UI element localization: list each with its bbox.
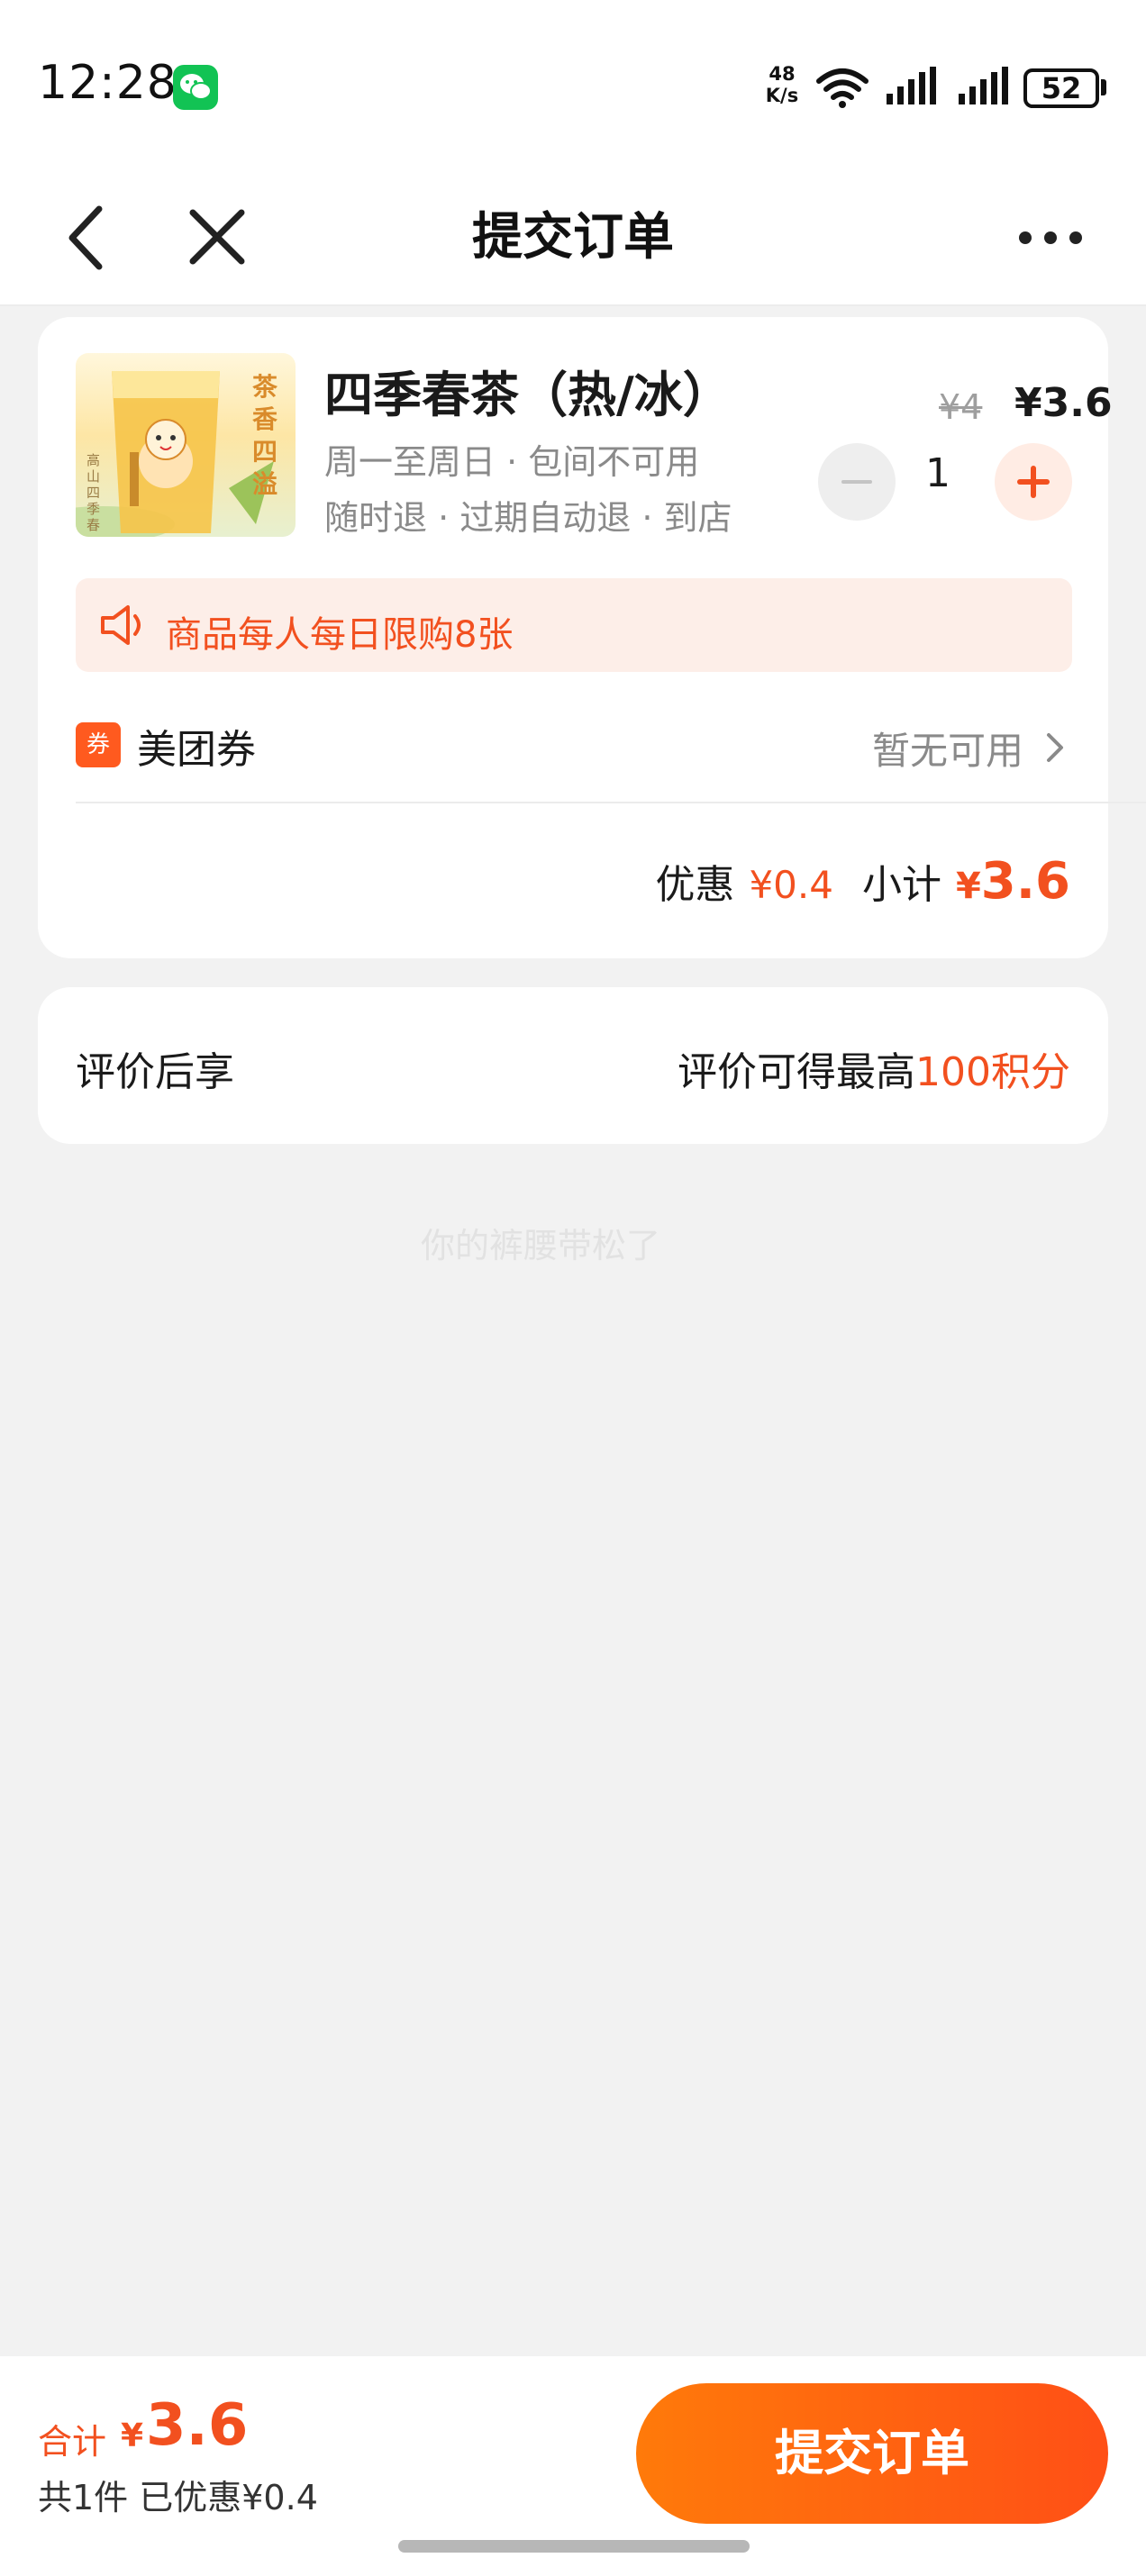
signal-icon-2 [959, 67, 1008, 104]
status-time: 12:28 [38, 56, 177, 110]
more-dots-icon[interactable] [1016, 213, 1085, 263]
increase-quantity-button[interactable] [995, 443, 1072, 521]
subtotal-value: 3.6 [980, 852, 1070, 911]
review-reward-card: 评价后享 评价可得最高100积分 [38, 987, 1108, 1144]
product-title: 四季春茶（热/冰） [324, 367, 732, 423]
net-speed-unit: K/s [765, 85, 799, 106]
battery-indicator: 52 [1023, 68, 1099, 108]
product-image[interactable]: 茶香四溢 高山四季春 [76, 353, 296, 537]
order-page: 12:28 48 K/s 52 提交订单 茶香四溢 高山四季春 四季春茶（热/冰… [0, 0, 1146, 2576]
wechat-icon [173, 65, 218, 110]
purchase-limit-notice: 商品每人每日限购8张 [76, 578, 1072, 672]
decrease-quantity-button[interactable] [818, 443, 896, 521]
discount-label: 优惠 [655, 862, 735, 908]
submit-order-button[interactable]: 提交订单 [636, 2383, 1108, 2524]
review-reward-points: 100积分 [915, 1049, 1070, 1095]
current-price: ¥3.6 [1014, 380, 1113, 426]
total-value: 3.6 [146, 2392, 249, 2459]
product-image-text: 茶香四溢 [252, 372, 278, 499]
coupon-badge: 券 [76, 722, 121, 767]
chevron-right-icon [1047, 733, 1063, 762]
net-speed-value: 48 [769, 63, 796, 85]
notice-text: 商品每人每日限购8张 [166, 614, 514, 656]
original-price: ¥4 [939, 387, 983, 427]
product-usage-info: 周一至周日 · 包间不可用 [324, 442, 700, 482]
order-summary: 共1件 已优惠¥0.4 [38, 2478, 318, 2517]
total-currency: ¥ [121, 2417, 144, 2454]
page-title: 提交订单 [472, 208, 674, 267]
quantity-value: 1 [925, 450, 950, 496]
total-label: 合计 [38, 2422, 107, 2462]
coupon-row[interactable]: 券 美团券 暂无可用 [76, 713, 1072, 785]
nav-bar: 提交订单 [0, 171, 1146, 306]
signal-icon-1 [887, 67, 936, 104]
subtotal-label: 小计 [861, 862, 941, 908]
watermark-text: 你的裤腰带松了 [420, 1226, 660, 1265]
coupon-status: 暂无可用 [871, 729, 1023, 773]
review-reward-prefix: 评价可得最高 [678, 1049, 916, 1095]
net-speed: 48 K/s [755, 63, 809, 106]
battery-tip [1101, 79, 1106, 95]
home-indicator[interactable] [398, 2540, 750, 2553]
status-bar: 12:28 48 K/s 52 [0, 0, 1146, 171]
wifi-icon [816, 68, 869, 108]
subtotal-currency: ¥ [955, 866, 981, 907]
product-image-small-text: 高山四季春 [86, 452, 101, 533]
product-refund-info: 随时退 · 过期自动退 · 到店 [324, 498, 732, 538]
speaker-icon [101, 605, 141, 645]
review-reward: 评价可得最高100积分 [678, 1039, 1070, 1097]
coupon-label: 美团券 [137, 727, 256, 773]
subtotal-row: 优惠 ¥0.4 小计 ¥ 3.6 [655, 852, 1070, 924]
product-card: 茶香四溢 高山四季春 四季春茶（热/冰） 周一至周日 · 包间不可用 随时退 ·… [38, 317, 1146, 958]
discount-value: ¥0.4 [749, 863, 833, 907]
divider [76, 802, 1146, 803]
review-label: 评价后享 [76, 1049, 234, 1095]
